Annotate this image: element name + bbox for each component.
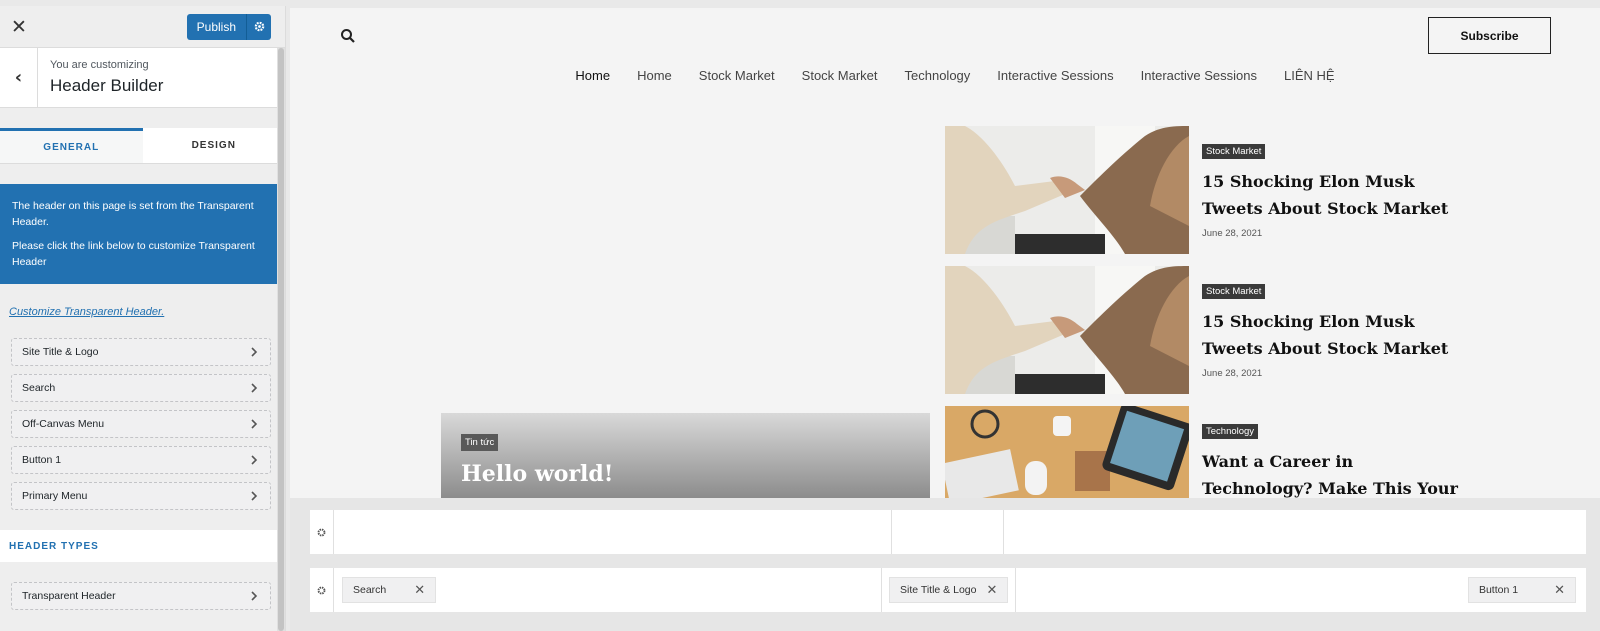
sidebar-item-primary-menu[interactable]: Primary Menu	[11, 482, 271, 510]
back-button[interactable]: ‹	[0, 48, 38, 107]
chip-label: Site Title & Logo	[900, 584, 977, 596]
sidebar-item-label: Search	[22, 382, 56, 394]
builder-chip-button-1[interactable]: Button 1 ✕	[1467, 577, 1576, 603]
post-category-badge[interactable]: Stock Market	[1202, 284, 1266, 299]
publish-settings-button[interactable]	[247, 14, 271, 40]
header-builder-panel: Search ✕ Site Title & Logo ✕ Button 1 ✕	[290, 498, 1600, 631]
nav-item-interactive-sessions[interactable]: Interactive Sessions	[997, 68, 1113, 83]
builder-chip-site-title-logo[interactable]: Site Title & Logo ✕	[889, 577, 1009, 603]
customize-transparent-header-link[interactable]: Customize Transparent Header.	[9, 306, 285, 318]
post-date: June 28, 2021	[1202, 368, 1263, 379]
chevron-right-icon	[251, 383, 258, 393]
remove-chip-icon[interactable]: ✕	[414, 583, 425, 598]
customizer-app: ✕ Publish ‹ You are customizing Header B…	[0, 0, 1600, 631]
nav-item-home-2[interactable]: Home	[637, 68, 672, 83]
nav-item-stock-market[interactable]: Stock Market	[699, 68, 775, 83]
chevron-right-icon	[251, 491, 258, 501]
sidebar-scrollbar-thumb[interactable]	[278, 48, 284, 631]
header-elements-list: Site Title & Logo Search Off-Canvas Menu…	[0, 338, 285, 510]
sidebar-section-header: ‹ You are customizing Header Builder	[0, 48, 285, 108]
post-title[interactable]: Want a Career in Technology? Make This Y…	[1202, 448, 1462, 498]
post-thumbnail[interactable]	[945, 126, 1189, 254]
post-card: Stock Market 15 Shocking Elon Musk Tweet…	[945, 266, 1505, 394]
chip-label: Search	[353, 584, 387, 596]
site-preview: Subscribe Home Home Stock Market Stock M…	[290, 8, 1600, 498]
builder-column-center[interactable]: Site Title & Logo ✕	[882, 568, 1016, 612]
chip-label: Button 1	[1478, 584, 1519, 596]
row-settings-button[interactable]	[310, 510, 334, 554]
section-heading: You are customizing Header Builder	[38, 48, 175, 107]
customizing-label: You are customizing	[50, 59, 149, 71]
publish-group: Publish	[186, 13, 271, 40]
post-thumbnail[interactable]	[945, 406, 1189, 498]
sidebar-item-label: Transparent Header	[22, 590, 116, 602]
remove-chip-icon[interactable]: ✕	[986, 583, 997, 598]
builder-column-right[interactable]: Button 1 ✕	[1016, 568, 1586, 612]
transparent-header-notice: The header on this page is set from the …	[0, 184, 285, 284]
post-category-badge[interactable]: Stock Market	[1202, 144, 1266, 159]
nav-item-home[interactable]: Home	[575, 68, 610, 83]
sidebar-item-site-title-logo[interactable]: Site Title & Logo	[11, 338, 271, 366]
search-icon[interactable]	[340, 28, 356, 44]
post-card: Stock Market 15 Shocking Elon Musk Tweet…	[945, 126, 1505, 254]
gear-icon	[317, 586, 326, 594]
post-thumbnail[interactable]	[945, 266, 1189, 394]
nav-item-technology[interactable]: Technology	[905, 68, 971, 83]
builder-column-left[interactable]: Search ✕	[334, 568, 882, 612]
sidebar-item-button-1[interactable]: Button 1	[11, 446, 271, 474]
header-types-title: HEADER TYPES	[0, 530, 285, 562]
handshake-photo	[945, 266, 1189, 394]
handshake-photo	[945, 126, 1189, 254]
nav-item-contact[interactable]: LIÊN HỆ	[1284, 68, 1335, 83]
sidebar-item-label: Off-Canvas Menu	[22, 418, 105, 430]
hero-post[interactable]: Tin tức Hello world!	[441, 413, 930, 498]
sidebar-item-label: Site Title & Logo	[22, 346, 99, 358]
post-title[interactable]: 15 Shocking Elon Musk Tweets About Stock…	[1202, 168, 1462, 222]
sidebar-item-transparent-header[interactable]: Transparent Header	[11, 582, 271, 610]
builder-chip-search[interactable]: Search ✕	[342, 577, 437, 603]
builder-column-left[interactable]	[334, 510, 892, 554]
chevron-right-icon	[251, 347, 258, 357]
nav-item-interactive-sessions-2[interactable]: Interactive Sessions	[1141, 68, 1257, 83]
gear-icon	[317, 528, 326, 536]
customizer-sidebar: ✕ Publish ‹ You are customizing Header B…	[0, 6, 286, 631]
desk-workspace-photo	[945, 406, 1189, 498]
post-date: June 28, 2021	[1202, 228, 1263, 239]
sidebar-tabs: GENERAL DESIGN	[0, 128, 285, 164]
chevron-right-icon	[251, 419, 258, 429]
remove-chip-icon[interactable]: ✕	[1554, 583, 1565, 598]
primary-nav: Home Home Stock Market Stock Market Tech…	[290, 68, 1600, 83]
chevron-right-icon	[251, 455, 258, 465]
sidebar-topbar: ✕ Publish	[0, 6, 285, 48]
sidebar-item-off-canvas-menu[interactable]: Off-Canvas Menu	[11, 410, 271, 438]
sidebar-item-search[interactable]: Search	[11, 374, 271, 402]
sidebar-item-label: Button 1	[22, 454, 62, 466]
chevron-right-icon	[251, 591, 258, 601]
notice-line: Please click the link below to customize…	[12, 240, 255, 268]
notice-line: The header on this page is set from the …	[12, 200, 254, 228]
subscribe-button[interactable]: Subscribe	[1428, 17, 1551, 54]
hero-title[interactable]: Hello world!	[461, 461, 613, 487]
section-title: Header Builder	[50, 76, 164, 95]
tab-design[interactable]: DESIGN	[143, 128, 286, 163]
tab-general[interactable]: GENERAL	[0, 128, 143, 163]
builder-row-main: Search ✕ Site Title & Logo ✕ Button 1 ✕	[310, 568, 1586, 612]
post-card: Technology Want a Career in Technology? …	[945, 406, 1505, 498]
gear-icon	[254, 21, 264, 32]
publish-button[interactable]: Publish	[187, 13, 247, 40]
builder-row-top	[310, 510, 1586, 554]
close-customizer-button[interactable]: ✕	[0, 6, 38, 48]
sidebar-item-label: Primary Menu	[22, 490, 88, 502]
post-category-badge[interactable]: Technology	[1202, 424, 1259, 439]
builder-column-right[interactable]	[1004, 510, 1586, 554]
builder-column-center[interactable]	[892, 510, 1004, 554]
post-title[interactable]: 15 Shocking Elon Musk Tweets About Stock…	[1202, 308, 1462, 362]
hero-category-badge[interactable]: Tin tức	[461, 434, 499, 451]
nav-item-stock-market-2[interactable]: Stock Market	[802, 68, 878, 83]
header-types-list: Transparent Header	[0, 582, 285, 610]
row-settings-button[interactable]	[310, 568, 334, 612]
